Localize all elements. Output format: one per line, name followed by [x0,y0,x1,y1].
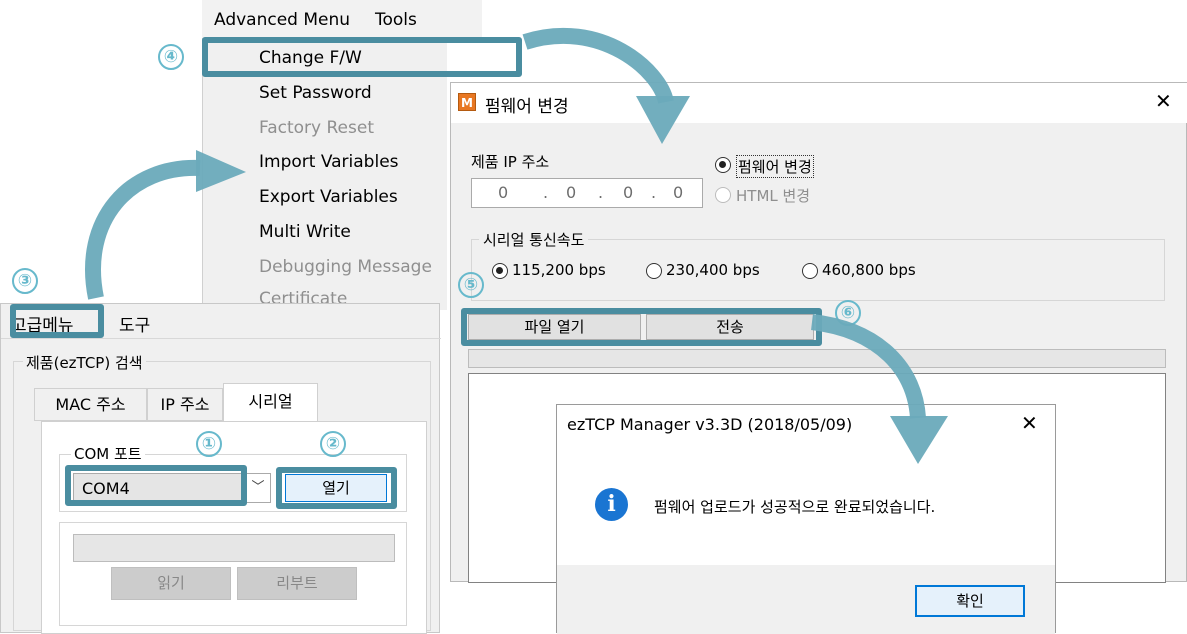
arrowhead-menu [196,150,246,192]
arrowhead-window [636,96,690,144]
arrow-step3-to-menu [85,159,201,300]
flow-arrows [85,28,948,464]
arrow-fw-to-window [522,28,674,105]
arrow-send-to-dialog [810,314,926,419]
arrowhead-dialog [890,416,948,464]
